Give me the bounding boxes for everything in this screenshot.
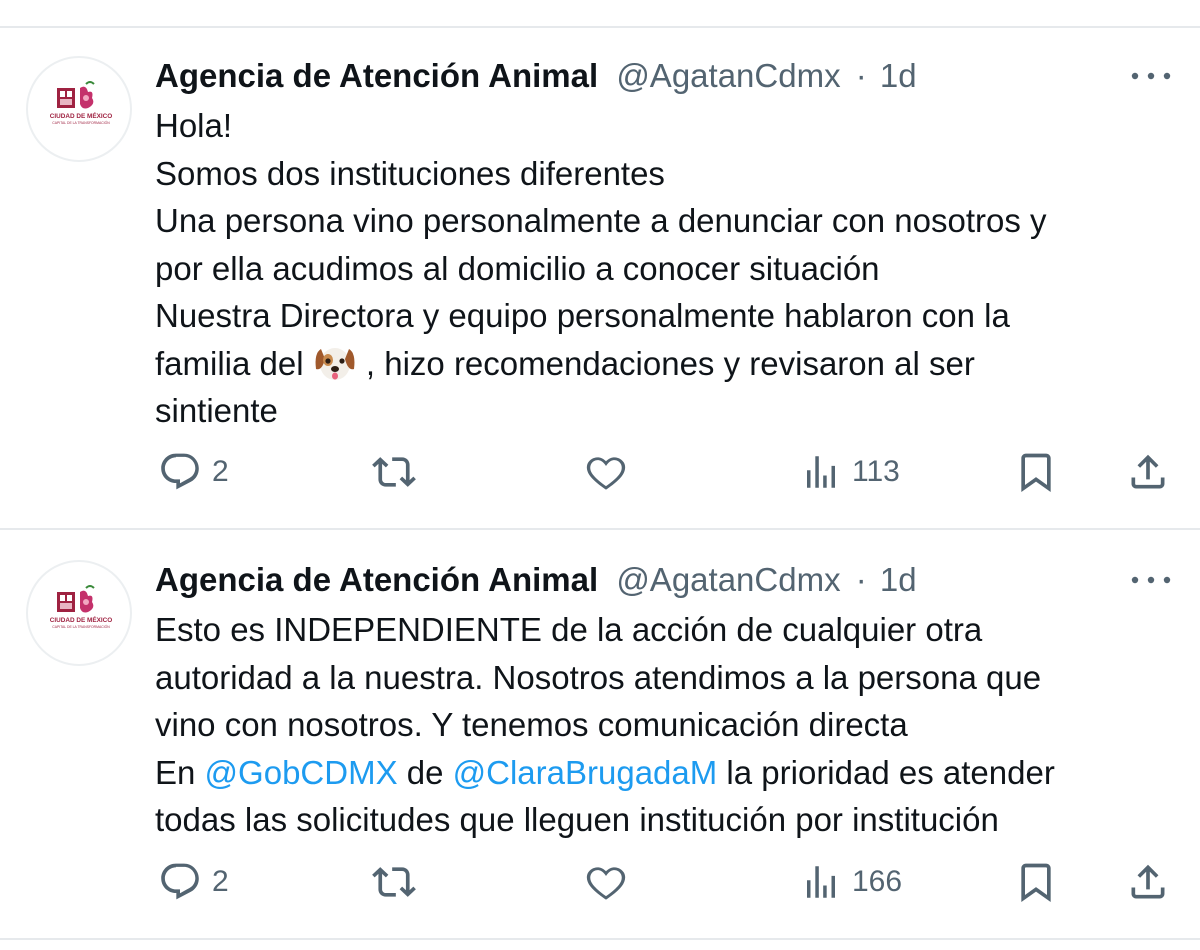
views-icon — [807, 866, 835, 898]
share-icon — [1131, 864, 1165, 899]
reply-count: 2 — [212, 455, 229, 488]
tweet-line: En @GobCDMX de @ClaraBrugadaM la priorid… — [155, 749, 1185, 797]
tweet-line: Esto es INDEPENDIENTE de la acción de cu… — [155, 611, 983, 648]
timestamp[interactable]: 1d — [880, 561, 917, 598]
reply-button[interactable]: 2 — [158, 442, 229, 502]
reply-button[interactable]: 2 — [158, 852, 229, 912]
like-icon — [586, 457, 626, 490]
author-handle[interactable]: @AgatanCdmx — [616, 57, 840, 94]
retweet-icon — [372, 867, 416, 897]
tweet-line: por ella acudimos al domicilio a conocer… — [155, 249, 880, 287]
bottom-divider — [0, 938, 1200, 940]
more-button[interactable] — [1128, 566, 1174, 594]
more-button[interactable] — [1128, 62, 1174, 90]
line-text: la prioridad es atender — [717, 753, 1055, 791]
separator-dot: · — [855, 561, 867, 598]
cdmx-logo-icon: CIUDAD DE MÉXICO CAPITAL DE LA TRANSFORM… — [50, 585, 113, 629]
separator-dot: · — [855, 57, 867, 94]
bookmark-icon — [1021, 863, 1051, 903]
mention-link[interactable]: @ClaraBrugadaM — [453, 754, 718, 791]
avatar[interactable]: CIUDAD DE MÉXICO CAPITAL DE LA TRANSFORM… — [26, 56, 132, 162]
svg-text:CAPITAL DE LA TRANSFORMACIÓN: CAPITAL DE LA TRANSFORMACIÓN — [52, 624, 110, 629]
views-count: 113 — [852, 455, 900, 488]
tweet-line: sintiente — [155, 392, 278, 429]
tweet-line: todas las solicitudes que lleguen instit… — [155, 801, 999, 838]
share-button[interactable] — [1126, 442, 1170, 502]
tweet-line: Hola! — [155, 107, 233, 144]
views-count: 166 — [852, 865, 903, 898]
more-icon — [1131, 72, 1171, 80]
bookmark-icon — [1021, 453, 1051, 493]
tweet-actions: 2 113 — [0, 442, 1200, 502]
bookmark-button[interactable] — [1014, 442, 1058, 502]
author-name[interactable]: Agencia de Atención Animal — [155, 57, 598, 94]
line-text: familia del — [155, 344, 313, 382]
share-icon — [1131, 454, 1165, 489]
author-handle[interactable]: @AgatanCdmx — [616, 561, 840, 598]
line-text: de — [397, 753, 453, 791]
views-button[interactable]: 113 — [800, 442, 900, 502]
tweet[interactable]: CIUDAD DE MÉXICO CAPITAL DE LA TRANSFORM… — [0, 504, 1200, 950]
svg-text:CIUDAD DE MÉXICO: CIUDAD DE MÉXICO — [50, 615, 113, 624]
avatar[interactable]: CIUDAD DE MÉXICO CAPITAL DE LA TRANSFORM… — [26, 560, 132, 666]
tweet-line: Nuestra Directora y equipo personalmente… — [155, 297, 1010, 334]
tweet-header: Agencia de Atención Animal @AgatanCdmx ·… — [155, 56, 917, 96]
cdmx-logo-icon: CIUDAD DE MÉXICO CAPITAL DE LA TRANSFORM… — [50, 81, 113, 125]
svg-text:CIUDAD DE MÉXICO: CIUDAD DE MÉXICO — [50, 111, 113, 120]
line-text: , hizo recomendaciones y revisaron al se… — [356, 344, 975, 382]
timestamp[interactable]: 1d — [880, 57, 917, 94]
mention-link[interactable]: @GobCDMX — [205, 754, 398, 791]
retweet-icon — [372, 457, 416, 487]
tweet-line: vino con nosotros. Y tenemos comunicació… — [155, 706, 908, 743]
retweet-button[interactable] — [370, 852, 418, 912]
like-icon — [586, 867, 626, 900]
tweet-header: Agencia de Atención Animal @AgatanCdmx ·… — [155, 560, 917, 600]
like-button[interactable] — [583, 442, 629, 502]
reply-count: 2 — [212, 865, 229, 898]
views-icon — [807, 456, 835, 488]
bookmark-button[interactable] — [1014, 852, 1058, 912]
retweet-button[interactable] — [370, 442, 418, 502]
tweet-line: Una persona vino personalmente a denunci… — [155, 202, 1047, 239]
tweet-text: Hola! Somos dos instituciones diferentes… — [155, 102, 1185, 435]
reply-icon — [161, 863, 199, 900]
tweet-line: autoridad a la nuestra. Nosotros atendim… — [155, 658, 1042, 696]
share-button[interactable] — [1126, 852, 1170, 912]
tweet-actions: 2 166 — [0, 852, 1200, 912]
line-text: En — [155, 753, 205, 791]
views-button[interactable]: 166 — [800, 852, 902, 912]
reply-icon — [161, 453, 199, 490]
like-button[interactable] — [583, 852, 629, 912]
tweet-line: familia del , hizo recomendaciones y rev… — [155, 340, 1185, 388]
tweet-text: Esto es INDEPENDIENTE de la acción de cu… — [155, 606, 1185, 844]
svg-text:CAPITAL DE LA TRANSFORMACIÓN: CAPITAL DE LA TRANSFORMACIÓN — [52, 120, 110, 125]
more-icon — [1131, 576, 1171, 584]
author-name[interactable]: Agencia de Atención Animal — [155, 561, 598, 598]
tweet-line: Somos dos instituciones diferentes — [155, 154, 665, 192]
dog-face-emoji-icon — [313, 343, 357, 396]
tweet[interactable]: CIUDAD DE MÉXICO CAPITAL DE LA TRANSFORM… — [0, 0, 1200, 528]
